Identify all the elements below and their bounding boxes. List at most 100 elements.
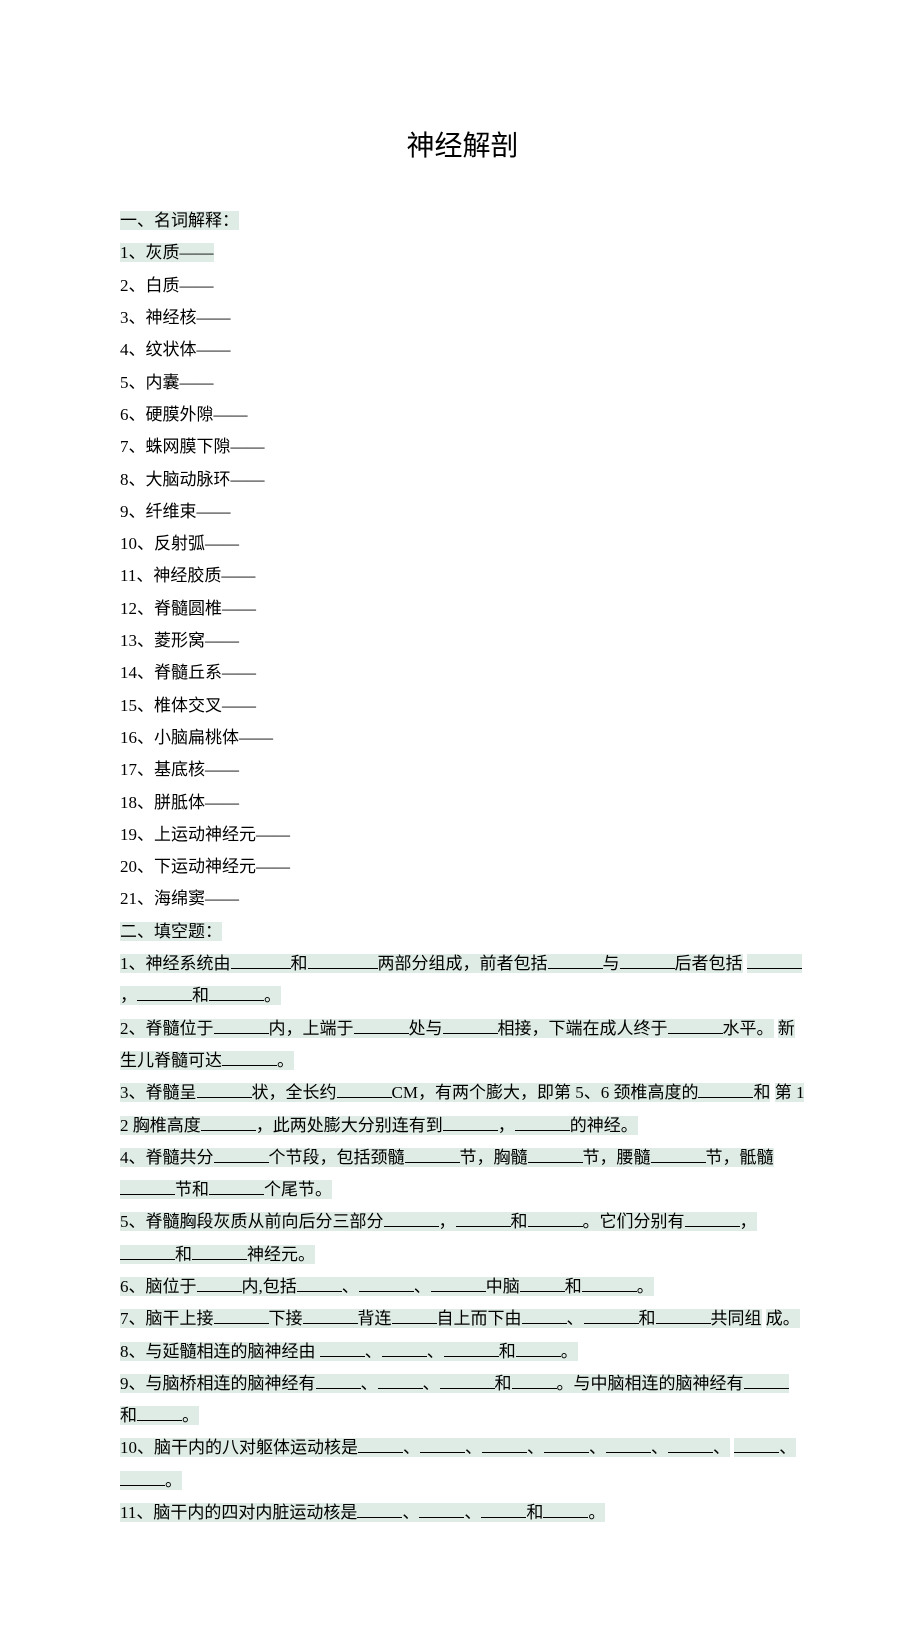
- q-text: 、: [464, 1503, 481, 1522]
- blank: [357, 1499, 402, 1518]
- blank: [214, 1015, 269, 1034]
- term-item: 4、纹状体——: [120, 334, 805, 366]
- blank: [431, 1273, 486, 1292]
- blank: [214, 1306, 269, 1325]
- q-text: 内,包括: [242, 1277, 297, 1296]
- fill-question-4: 4、脊髓共分个节段，包括颈髓节，胸髓节，腰髓节，骶髓 节和个尾节。: [120, 1142, 805, 1207]
- blank: [444, 1338, 499, 1357]
- section1-heading: 一、名词解释：: [120, 211, 239, 230]
- q-text: ，: [740, 1212, 757, 1231]
- q-text: 3、脊髓呈: [120, 1083, 197, 1102]
- blank: [515, 1112, 570, 1131]
- blank: [668, 1015, 723, 1034]
- blank: [197, 1273, 242, 1292]
- term-item: 12、脊髓圆椎——: [120, 593, 805, 625]
- section-blanks: 二、填空题： 1、神经系统由和两部分组成，前者包括与后者包括 ，和。 2、脊髓位…: [120, 916, 805, 1530]
- q-text: 和: [511, 1212, 528, 1231]
- q-text: 的神经。: [570, 1116, 638, 1135]
- fill-question-6: 6、脑位于内,包括、、中脑和。: [120, 1271, 805, 1303]
- blank: [384, 1209, 439, 1228]
- blank: [303, 1306, 358, 1325]
- fill-question-11: 11、脑干内的四对内脏运动核是、、和。: [120, 1497, 805, 1529]
- q-text: 后者包括: [675, 954, 743, 973]
- q-text: 和: [495, 1374, 512, 1393]
- term-item: 3、神经核——: [120, 302, 805, 334]
- term-item: 8、大脑动脉环——: [120, 464, 805, 496]
- blank: [337, 1080, 392, 1099]
- term-item: 2、白质——: [120, 270, 805, 302]
- q-text: 节和: [175, 1180, 209, 1199]
- term-item: 18、胼胝体——: [120, 787, 805, 819]
- blank: [192, 1241, 247, 1260]
- q-text: 、: [589, 1438, 606, 1457]
- blank: [582, 1273, 637, 1292]
- blank: [214, 1144, 269, 1163]
- term-item: 13、菱形窝——: [120, 625, 805, 657]
- q-text: 处与: [409, 1019, 443, 1038]
- blank: [419, 1499, 464, 1518]
- q-text: 。与中脑相连的脑神经有: [557, 1374, 744, 1393]
- blank: [420, 1435, 465, 1454]
- blank: [231, 950, 291, 969]
- blank: [222, 1047, 277, 1066]
- blank: [512, 1370, 557, 1389]
- blank: [378, 1370, 423, 1389]
- q-text: 、: [651, 1438, 668, 1457]
- blank: [698, 1080, 753, 1099]
- term-item: 1、灰质——: [120, 243, 214, 262]
- blank: [209, 983, 264, 1002]
- blank: [747, 950, 802, 969]
- blank: [308, 950, 378, 969]
- q-text: 9、与脑桥相连的脑神经有: [120, 1374, 316, 1393]
- q-text: 、: [427, 1342, 444, 1361]
- term-item: 21、海绵窦——: [120, 883, 805, 915]
- q-text: 、: [342, 1277, 359, 1296]
- q-text: 节，腰髓: [583, 1148, 651, 1167]
- blank: [543, 1499, 588, 1518]
- blank: [297, 1273, 342, 1292]
- q-text: 个尾节。: [264, 1180, 332, 1199]
- q-text: CM，有两个膨大，即第 5、6 颈椎高度的: [392, 1083, 699, 1102]
- q-text: 自上而下由: [437, 1309, 522, 1328]
- blank: [354, 1015, 409, 1034]
- q-text: 5、脊髓胸段灰质从前向后分三部分: [120, 1212, 384, 1231]
- q-text: 和: [526, 1503, 543, 1522]
- term-item: 11、神经胶质——: [120, 560, 805, 592]
- q-text: 、: [527, 1438, 544, 1457]
- term-item: 16、小脑扁桃体——: [120, 722, 805, 754]
- term-item: 17、基底核——: [120, 754, 805, 786]
- q-text: 10、脑干内的八对躯体运动核是: [120, 1438, 358, 1457]
- blank: [316, 1370, 361, 1389]
- q-text: 、: [414, 1277, 431, 1296]
- q-text: 、: [779, 1438, 796, 1457]
- q-text: 水平。: [723, 1019, 774, 1038]
- blank: [734, 1435, 779, 1454]
- q-text: 、: [365, 1342, 382, 1361]
- fill-question-7: 7、脑干上接下接背连自上而下由、和共同组 成。: [120, 1303, 805, 1335]
- blank: [382, 1338, 427, 1357]
- q-text: 。: [182, 1406, 199, 1425]
- q-text: 状，全长约: [252, 1083, 337, 1102]
- q-text: 、: [465, 1438, 482, 1457]
- blank: [685, 1209, 740, 1228]
- blank: [137, 983, 192, 1002]
- blank: [516, 1338, 561, 1357]
- q-text: 下接: [269, 1309, 303, 1328]
- term-item: 19、上运动神经元——: [120, 819, 805, 851]
- fill-question-8: 8、与延髓相连的脑神经由 、、和。: [120, 1336, 805, 1368]
- blank: [405, 1144, 460, 1163]
- q-text: 与: [603, 954, 620, 973]
- blank: [209, 1176, 264, 1195]
- blank: [358, 1435, 403, 1454]
- term-item: 14、脊髓丘系——: [120, 657, 805, 689]
- q-text: 个节段，包括颈髓: [269, 1148, 405, 1167]
- q-text: 和: [499, 1342, 516, 1361]
- q-text: 11、脑干内的四对内脏运动核是: [120, 1503, 357, 1522]
- blank: [522, 1306, 567, 1325]
- blank: [528, 1209, 583, 1228]
- term-item: 15、椎体交叉——: [120, 690, 805, 722]
- blank: [548, 950, 603, 969]
- q-text: 、: [403, 1438, 420, 1457]
- blank: [320, 1338, 365, 1357]
- fill-question-10: 10、脑干内的八对躯体运动核是、、、、、、 、。: [120, 1432, 805, 1497]
